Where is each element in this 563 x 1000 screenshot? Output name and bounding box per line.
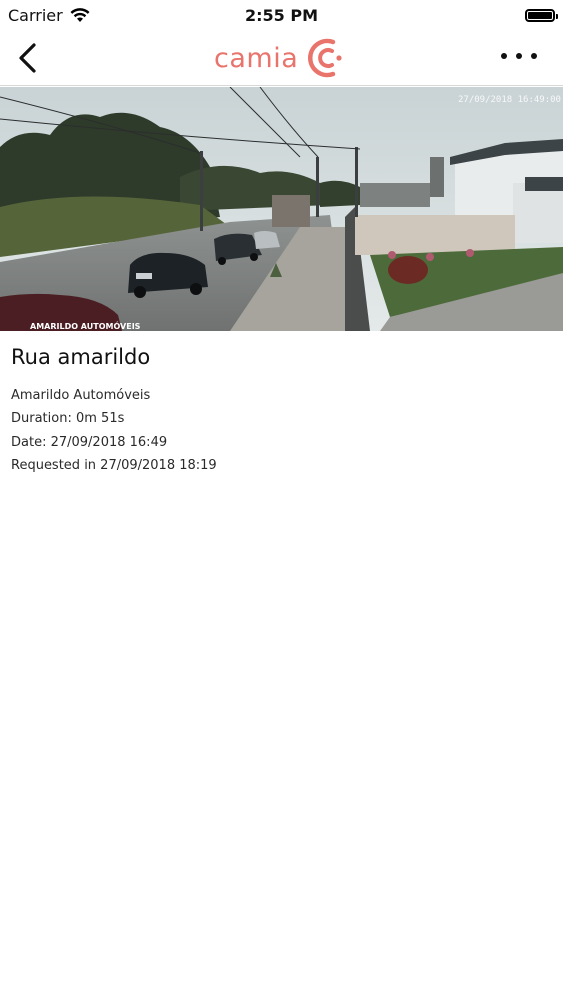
battery-icon [525, 8, 558, 22]
logo-mark-icon [308, 38, 342, 78]
camera-name: Amarildo Automóveis [11, 388, 151, 403]
status-bar: Carrier 2:55 PM [0, 0, 563, 30]
chevron-left-icon [19, 43, 36, 73]
navigation-bar: camia [0, 30, 563, 86]
video-timestamp-overlay: 27/09/2018 16:49:00 [458, 95, 561, 105]
status-bar-left: Carrier [0, 6, 91, 25]
video-details: Rua amarildo Amarildo Automóveis Duratio… [11, 344, 551, 477]
logo-text: camia [214, 42, 299, 74]
street-scene-image: 27/09/2018 16:49:00 AMARILDO AUTOMÓVEIS [0, 87, 563, 331]
video-camera-label-overlay: AMARILDO AUTOMÓVEIS [30, 320, 141, 331]
status-bar-right [525, 8, 563, 22]
app-logo: camia [214, 32, 344, 84]
video-thumbnail[interactable]: 27/09/2018 16:49:00 AMARILDO AUTOMÓVEIS [0, 87, 563, 331]
video-duration: Duration: 0m 51s [11, 411, 125, 427]
carrier-label: Carrier [8, 5, 63, 25]
video-date: Date: 27/09/2018 16:49 [11, 434, 168, 450]
video-requested-date: Requested in 27/09/2018 18:19 [11, 457, 217, 473]
ellipsis-icon [501, 53, 507, 59]
wifi-icon [70, 8, 90, 22]
more-options-button[interactable] [501, 50, 537, 62]
back-button[interactable] [12, 40, 42, 76]
video-title: Rua amarildo [11, 345, 151, 369]
